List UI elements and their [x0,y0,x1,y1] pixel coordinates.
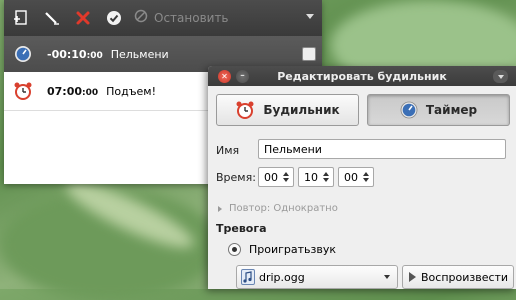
seconds-value: 00 [344,170,358,184]
timer-mode-button[interactable]: Таймер [367,94,510,126]
alarm-enabled-checkbox[interactable] [302,47,316,61]
time-label: Время: [216,171,256,184]
name-label: Имя [216,144,240,157]
stop-button[interactable]: Остановить [134,9,229,27]
timer-mode-label: Таймер [425,103,478,117]
alert-section-title: Тревога [216,222,267,235]
check-circle-icon [107,11,121,25]
spinner-arrows-icon[interactable] [361,172,373,182]
enable-button[interactable] [103,7,125,29]
play-label: Воспроизвести [421,270,509,284]
toolbar: Остановить [4,0,322,36]
name-input[interactable]: Пельмени [258,139,506,159]
music-file-icon [241,269,255,285]
expander-arrow-icon [218,205,222,212]
close-button[interactable]: ✕ [218,70,231,83]
play-sound-label: Проигратьзвук [249,243,337,256]
mode-toggle: Будильник Таймер [216,94,510,126]
edit-button[interactable] [41,7,63,29]
alarm-label: Подъем! [106,84,156,98]
window-menu-button[interactable] [493,70,508,83]
play-sound-option[interactable]: Проигратьзвук [228,243,336,256]
repeat-expander[interactable]: Повтор: Однократно [218,203,338,214]
alarm-mode-button[interactable]: Будильник [216,94,359,126]
dialog-titlebar: ✕ – Редактировать будильник [208,66,516,86]
close-icon: ✕ [221,72,228,81]
minimize-button[interactable]: – [236,70,249,83]
play-sound-radio[interactable] [228,243,241,256]
minutes-value: 10 [304,170,318,184]
edit-alarm-dialog: ✕ – Редактировать будильник Будильник Та… [208,66,516,289]
dropdown-arrow-icon [384,275,390,279]
alarm-mode-label: Будильник [263,103,340,117]
sound-file-name: drip.ogg [259,270,305,284]
alarm-clock-icon [13,81,33,101]
alarm-label: Пельмени [110,47,169,61]
hours-spinner[interactable]: 00 [258,167,294,187]
new-alarm-button[interactable] [10,7,32,29]
alarm-time: 07:00:00 [47,84,99,98]
delete-button[interactable] [72,7,94,29]
spinner-arrows-icon[interactable] [281,172,293,182]
play-icon [409,272,416,282]
alarm-clock-icon [235,100,255,120]
pencil-icon [45,12,59,25]
sound-file-select[interactable]: drip.ogg [236,265,398,289]
hours-value: 00 [264,170,278,184]
spinner-arrows-icon[interactable] [321,172,333,182]
alarm-time: -00:10:00 [47,47,103,61]
new-icon [14,10,27,25]
stop-label: Остановить [154,11,229,25]
toolbar-menu-arrow[interactable] [306,14,314,19]
seconds-spinner[interactable]: 00 [338,167,374,187]
timer-icon [13,44,33,64]
repeat-label: Повтор: Однократно [229,203,338,214]
dialog-title: Редактировать будильник [277,69,447,83]
timer-icon [400,101,418,119]
delete-icon [76,11,90,25]
minimize-icon: – [240,71,245,81]
stop-icon [134,9,148,27]
play-button[interactable]: Воспроизвести [402,265,514,289]
minutes-spinner[interactable]: 10 [298,167,334,187]
